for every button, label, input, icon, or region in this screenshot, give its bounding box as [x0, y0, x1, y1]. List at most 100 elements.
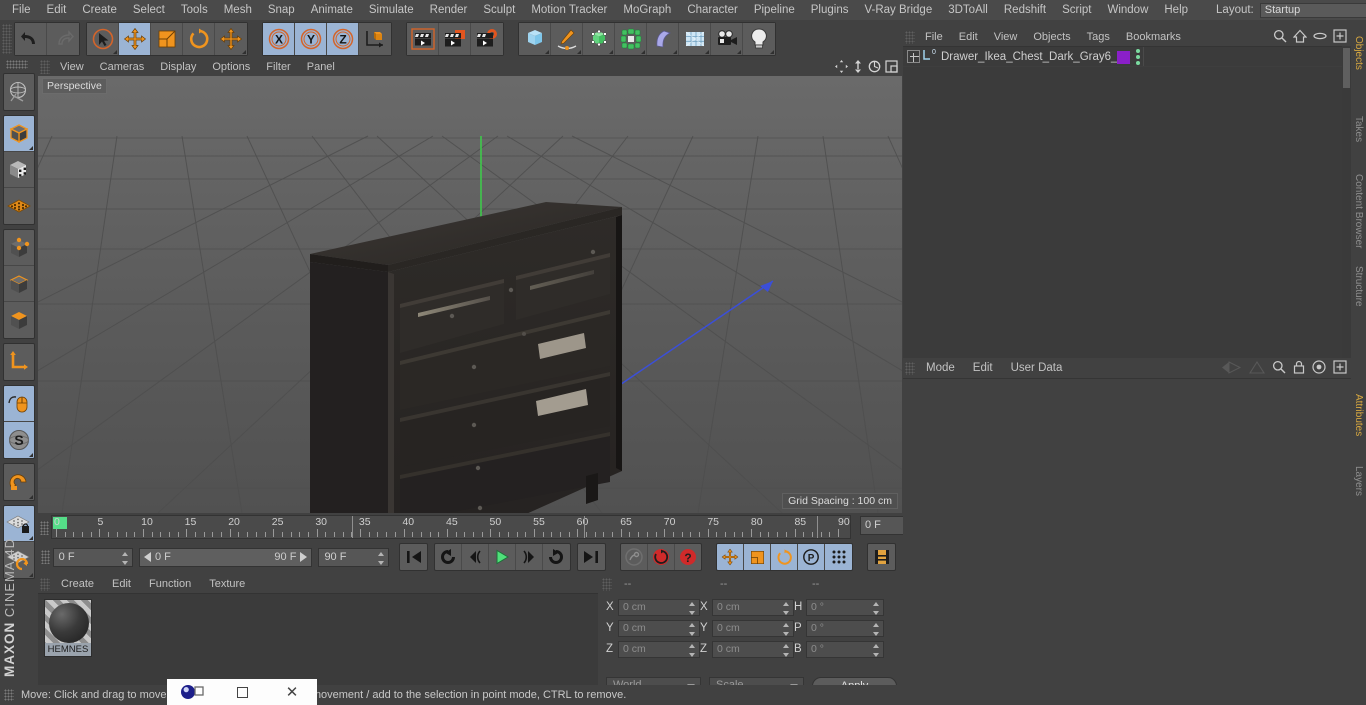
play-reverse-button[interactable] [435, 544, 462, 570]
menu-file[interactable]: File [4, 0, 39, 20]
play-forward-loop-button[interactable] [542, 544, 570, 570]
menu-script[interactable]: Script [1054, 0, 1099, 20]
visibility-dots-icon[interactable] [1136, 49, 1140, 65]
world-object-coordinate-toggle[interactable] [359, 23, 391, 55]
right-tab-structure[interactable]: Structure [1352, 260, 1365, 313]
expand-toggle-icon[interactable] [907, 50, 920, 63]
material-menu-edit[interactable]: Edit [103, 578, 140, 590]
rotate-tool[interactable] [183, 23, 215, 55]
forward-arrow-icon[interactable] [1248, 360, 1266, 377]
scale-key-button[interactable] [744, 544, 772, 570]
menu-v-ray-bridge[interactable]: V-Ray Bridge [856, 0, 940, 20]
home-icon[interactable] [1292, 29, 1308, 46]
menu-help[interactable]: Help [1156, 0, 1196, 20]
status-bar-grip[interactable] [4, 689, 14, 701]
object-manager-row[interactable]: 0 Drawer_Ikea_Chest_Dark_Gray6_ [903, 47, 1351, 67]
object-menu-view[interactable]: View [986, 31, 1026, 43]
playbar-end-frame-field[interactable]: 90 F [318, 547, 390, 567]
redo-button[interactable] [47, 23, 79, 55]
viewport-canvas[interactable]: Perspective Grid Spacing : 100 cm [38, 76, 902, 513]
right-tab-content-browser[interactable]: Content Browser [1352, 168, 1365, 254]
previous-frame-button[interactable] [461, 544, 489, 570]
viewport-grip[interactable] [40, 60, 50, 74]
pla-key-button[interactable] [825, 544, 853, 570]
coord-rotation-field-0-stepper[interactable] [873, 601, 880, 615]
coord-position-field-1-stepper[interactable] [689, 622, 696, 636]
move-tool[interactable] [119, 23, 151, 55]
menu-character[interactable]: Character [679, 0, 746, 20]
material-manager-body[interactable]: HEMNES [38, 593, 598, 685]
playbar-start-frame-field[interactable]: 0 F [52, 547, 133, 567]
playback-range-slider[interactable]: 0 F 90 F [138, 547, 313, 567]
make-editable-button[interactable] [4, 74, 34, 110]
points-mode-button[interactable] [4, 230, 34, 266]
close-icon[interactable]: ✕ [267, 679, 317, 705]
menu-select[interactable]: Select [125, 0, 173, 20]
add-layer-icon[interactable] [1333, 29, 1347, 46]
material-menu-create[interactable]: Create [52, 578, 103, 590]
pan-icon[interactable] [835, 60, 848, 76]
taskbar-window-preview[interactable]: ✕ [167, 679, 317, 705]
search-icon[interactable] [1273, 29, 1287, 46]
add-cube-object-button[interactable] [519, 23, 551, 55]
object-menu-tags[interactable]: Tags [1079, 31, 1118, 43]
object-manager-body[interactable]: 0 Drawer_Ikea_Chest_Dark_Gray6_ [903, 46, 1351, 358]
coord-rotation-field-2[interactable]: 0 ° [806, 640, 884, 658]
play-button[interactable] [488, 544, 516, 570]
zoom-icon[interactable] [852, 60, 864, 76]
coord-position-field-0-stepper[interactable] [689, 601, 696, 615]
tool-expand-corner[interactable] [641, 50, 645, 54]
tool-expand-corner[interactable] [577, 50, 581, 54]
timeline-grip[interactable] [40, 521, 49, 535]
material-manager-grip[interactable] [40, 577, 50, 591]
coord-size-field-2[interactable]: 0 cm [712, 640, 794, 658]
menu-redshift[interactable]: Redshift [996, 0, 1054, 20]
coord-position-field-2[interactable]: 0 cm [618, 640, 700, 658]
right-tab-objects[interactable]: Objects [1352, 30, 1365, 76]
menu-mesh[interactable]: Mesh [216, 0, 260, 20]
keyframe-selection-button[interactable]: ? [674, 544, 702, 570]
coord-size-field-0-stepper[interactable] [783, 601, 790, 615]
coord-position-field-2-stepper[interactable] [689, 643, 696, 657]
restore-icon[interactable] [217, 679, 267, 705]
material-menu-function[interactable]: Function [140, 578, 200, 590]
tool-expand-corner[interactable] [737, 50, 741, 54]
add-icon[interactable] [1333, 360, 1347, 377]
tool-expand-corner[interactable] [29, 495, 33, 499]
object-manager-scrollbar[interactable] [1342, 46, 1351, 358]
material-menu-texture[interactable]: Texture [200, 578, 254, 590]
attribute-menu-edit[interactable]: Edit [964, 362, 1002, 374]
magnet-tool-button[interactable] [4, 464, 34, 500]
coord-size-field-1[interactable]: 0 cm [712, 619, 794, 637]
record-active-objects-button[interactable] [620, 544, 648, 570]
range-right-arrow-icon[interactable] [300, 552, 308, 562]
menu-create[interactable]: Create [74, 0, 125, 20]
live-selection-tool[interactable] [87, 23, 119, 55]
y-axis-lock[interactable]: Y [295, 23, 327, 55]
timeline-mode-button[interactable] [868, 544, 896, 570]
viewport-menu-display[interactable]: Display [152, 58, 204, 76]
param-key-button[interactable]: P [798, 544, 826, 570]
coord-size-field-0[interactable]: 0 cm [712, 598, 794, 616]
object-manager-grip[interactable] [905, 30, 915, 44]
menu-motion-tracker[interactable]: Motion Tracker [523, 0, 615, 20]
menu-snap[interactable]: Snap [260, 0, 303, 20]
undo-button[interactable] [15, 23, 47, 55]
coord-position-field-0[interactable]: 0 cm [618, 598, 700, 616]
coord-size-field-2-stepper[interactable] [783, 643, 790, 657]
coord-rotation-field-1-stepper[interactable] [873, 622, 880, 636]
menu-animate[interactable]: Animate [303, 0, 361, 20]
position-key-button[interactable] [717, 544, 745, 570]
tool-expand-corner[interactable] [673, 50, 677, 54]
viewport-menu-panel[interactable]: Panel [299, 58, 343, 76]
autokeying-button[interactable] [647, 544, 675, 570]
render-to-picture-viewer-button[interactable] [439, 23, 471, 55]
rotate-icon[interactable] [868, 60, 881, 76]
workplane-lock-button[interactable] [4, 506, 34, 542]
tool-expand-corner[interactable] [609, 50, 613, 54]
material-item[interactable]: HEMNES [44, 599, 92, 657]
scale-tool[interactable] [151, 23, 183, 55]
polygons-mode-button[interactable] [4, 302, 34, 338]
app-icon[interactable] [167, 679, 217, 705]
add-camera-button[interactable] [711, 23, 743, 55]
